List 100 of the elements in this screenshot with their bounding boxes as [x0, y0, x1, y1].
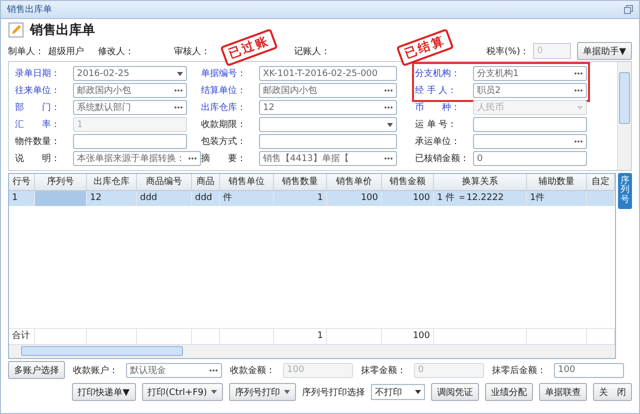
- more-icon[interactable]: [384, 106, 393, 109]
- field-label: 分支机构：: [415, 68, 461, 80]
- input-field[interactable]: [473, 134, 587, 149]
- column-header[interactable]: 商品: [192, 174, 220, 190]
- dropdown-icon[interactable]: [415, 390, 421, 394]
- field-label: 币 种：: [415, 102, 461, 114]
- column-header[interactable]: 销售单价: [327, 174, 382, 190]
- stamp: 已过账: [220, 28, 278, 67]
- input-field[interactable]: 邮政国内小包: [259, 83, 397, 98]
- input-field[interactable]: 系统默认部门: [73, 100, 187, 115]
- dropdown-icon[interactable]: [177, 72, 183, 76]
- more-icon[interactable]: [574, 72, 583, 75]
- input-field[interactable]: 邮政国内小包: [73, 83, 187, 98]
- field-label: 抹零后金额：: [492, 364, 546, 376]
- table-cell: ddd: [137, 191, 192, 206]
- field-label: 运 单 号：: [415, 118, 458, 131]
- field-label: 汇 率：: [15, 118, 61, 131]
- multi-account-button[interactable]: 多账户选择: [8, 361, 65, 379]
- input-field[interactable]: [73, 134, 187, 149]
- input-field[interactable]: 销售【4413】单据【: [259, 151, 397, 166]
- more-icon[interactable]: [574, 140, 583, 143]
- table-row[interactable]: 1 12 ddd ddd 件 1 100 100 1 件 ＝12.2222 1件: [9, 191, 615, 206]
- input-field[interactable]: 12: [259, 100, 397, 115]
- more-icon[interactable]: [188, 157, 197, 160]
- more-icon[interactable]: [384, 89, 393, 92]
- action-button[interactable]: 单据联查: [539, 383, 587, 401]
- print-select[interactable]: 不打印: [371, 384, 425, 400]
- field-label: 出库仓库：: [201, 102, 247, 114]
- field-label: 物件数量：: [15, 136, 61, 148]
- input-field[interactable]: 分支机构1: [473, 66, 587, 81]
- info-label: 制单人：: [8, 46, 44, 58]
- field-label: 摘 要：: [201, 152, 247, 165]
- input-field[interactable]: [259, 134, 397, 149]
- column-header[interactable]: 出库仓库: [87, 174, 137, 190]
- vertical-scrollbar[interactable]: [617, 62, 631, 170]
- info-label: 记账人：: [294, 46, 330, 58]
- table-cell: 100: [327, 191, 382, 206]
- caret-icon[interactable]: [211, 390, 217, 394]
- table-cell: 100: [382, 191, 434, 206]
- column-header[interactable]: 序列号: [35, 174, 87, 190]
- field-label: 说 明：: [15, 152, 61, 165]
- input-field[interactable]: 默认现金: [126, 362, 222, 378]
- column-header[interactable]: 辅助数量: [527, 174, 587, 190]
- tax-label: 税率(%)：: [486, 46, 530, 58]
- input-field[interactable]: [259, 117, 397, 132]
- action-button[interactable]: 关 闭: [593, 383, 632, 401]
- split-button[interactable]: 打印(Ctrl+F9): [142, 383, 223, 401]
- table-cell: 1 件 ＝12.2222: [434, 191, 527, 206]
- field-label: 录单日期：: [15, 68, 61, 80]
- column-header[interactable]: 自定: [587, 174, 615, 190]
- field-label: 抹零金额：: [361, 364, 406, 376]
- more-icon[interactable]: [174, 89, 183, 92]
- print-option-label: 序列号打印选择: [302, 386, 365, 398]
- info-label: 审核人：: [174, 46, 210, 58]
- table-cell: ddd: [192, 191, 220, 206]
- field-label: 往来单位：: [15, 84, 61, 97]
- dropdown-icon[interactable]: [387, 122, 393, 126]
- stamp: 已结算: [396, 28, 454, 67]
- field-label: 收款账户：: [73, 364, 118, 376]
- more-icon[interactable]: [209, 368, 218, 372]
- edit-document-icon: [8, 22, 24, 38]
- column-header[interactable]: 销售金额: [382, 174, 434, 190]
- input-field[interactable]: 0: [473, 151, 587, 166]
- side-tab[interactable]: 序列号: [618, 173, 632, 209]
- action-button[interactable]: 调阅凭证: [431, 383, 479, 401]
- window-title: 销售出库单: [7, 4, 52, 16]
- restore-icon[interactable]: [624, 5, 633, 14]
- form-title: 销售出库单: [30, 22, 95, 39]
- input-field[interactable]: 2016-02-25: [73, 66, 187, 81]
- action-button[interactable]: 打印快递单▼: [72, 383, 136, 401]
- input-field[interactable]: [473, 117, 587, 132]
- field-label: 收款金额：: [230, 364, 275, 376]
- column-header[interactable]: 销售单位: [220, 174, 274, 190]
- split-button[interactable]: 序列号打印: [229, 383, 296, 401]
- input-field[interactable]: XK-101-T-2016-02-25-000: [259, 66, 397, 81]
- table-cell: 件: [220, 191, 274, 206]
- input-field[interactable]: 100: [554, 362, 624, 378]
- column-header[interactable]: 换算关系: [434, 174, 527, 190]
- more-icon[interactable]: [174, 106, 183, 109]
- field-label: 单据编号：: [201, 68, 247, 80]
- column-header[interactable]: 行号: [9, 174, 35, 190]
- info-value: 超级用户: [48, 46, 84, 58]
- horizontal-scrollbar[interactable]: [9, 344, 615, 358]
- field-label: 包装方式：: [201, 136, 247, 148]
- field-label: 收款期限：: [201, 118, 247, 131]
- helper-button[interactable]: 单据助手▼: [577, 42, 632, 60]
- caret-icon[interactable]: [284, 390, 290, 394]
- table-cell: 12: [87, 191, 137, 206]
- action-button[interactable]: 业绩分配: [485, 383, 533, 401]
- table-cell: 1件: [527, 191, 587, 206]
- input-field[interactable]: 职员2: [473, 83, 587, 98]
- column-header[interactable]: 销售数量: [274, 174, 327, 190]
- more-icon[interactable]: [574, 89, 583, 92]
- input-field[interactable]: 本张单据来源于单据转换：: [73, 151, 201, 166]
- field-label: 部 门：: [15, 102, 61, 114]
- column-header[interactable]: 商品编号: [137, 174, 192, 190]
- info-label: 修改人：: [98, 46, 134, 58]
- field-label: 已核销金额：: [415, 152, 470, 165]
- more-icon[interactable]: [384, 157, 393, 160]
- field-label: 承运单位：: [415, 136, 461, 148]
